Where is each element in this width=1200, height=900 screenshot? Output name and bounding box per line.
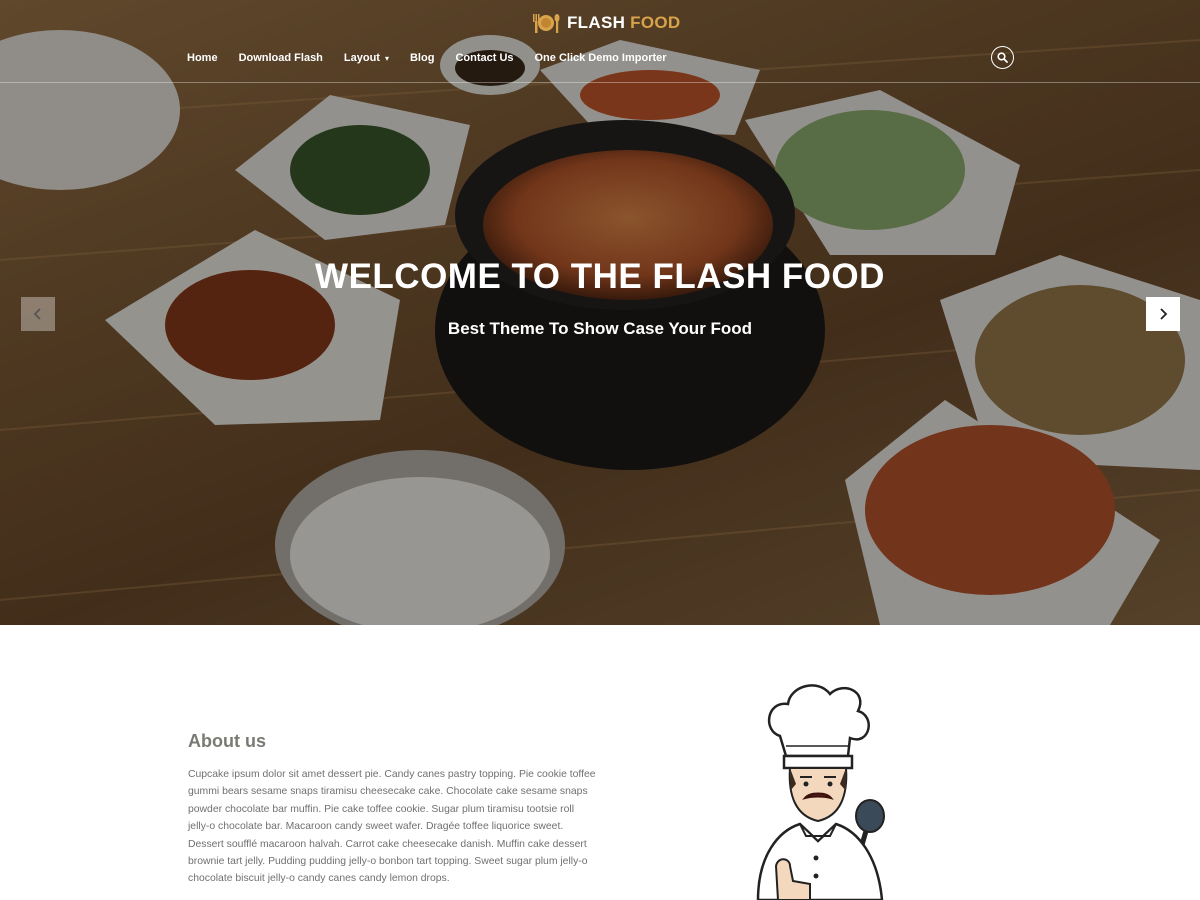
nav-download-flash-label: Download Flash: [238, 52, 323, 64]
fork-plate-spoon-icon: [533, 14, 560, 33]
nav-blog[interactable]: Blog: [410, 52, 434, 64]
nav-home-label: Home: [187, 52, 218, 64]
site-logo-text: FLASH FOOD: [567, 13, 680, 33]
chevron-down-icon: ▾: [384, 53, 389, 63]
nav-demo-importer-label: One Click Demo Importer: [534, 52, 667, 64]
chevron-left-icon: [33, 308, 41, 320]
hero-overlay: [0, 0, 1200, 625]
search-button[interactable]: [991, 46, 1014, 69]
nav-contact-us-label: Contact Us: [455, 52, 514, 64]
logo-word-flash: FLASH: [567, 13, 626, 32]
nav-layout-label: Layout: [343, 52, 380, 64]
logo-word-food: FOOD: [630, 13, 681, 32]
slider-next-button[interactable]: [1146, 297, 1180, 331]
hero-subtitle: Best Theme To Show Case Your Food: [447, 319, 753, 338]
chevron-right-icon: [1160, 308, 1168, 320]
about-heading: About us: [188, 731, 266, 751]
nav-blog-label: Blog: [409, 52, 435, 64]
site-logo[interactable]: FLASH FOOD: [531, 11, 680, 35]
main-nav: Home Download Flash Layout ▾ Blog Contact…: [187, 50, 688, 66]
slider-prev-button[interactable]: [21, 297, 55, 331]
nav-download-flash[interactable]: Download Flash: [239, 52, 323, 64]
nav-home[interactable]: Home: [187, 52, 218, 64]
hero-title: WELCOME TO THE FLASH FOOD: [315, 257, 885, 296]
header-divider: [0, 82, 1200, 83]
nav-demo-importer[interactable]: One Click Demo Importer: [535, 52, 667, 64]
search-icon: [997, 52, 1008, 63]
about-text: Cupcake ipsum dolor sit amet dessert pie…: [188, 769, 596, 885]
nav-layout[interactable]: Layout ▾: [344, 52, 389, 64]
nav-contact-us[interactable]: Contact Us: [455, 52, 513, 64]
chef-illustration: [756, 684, 885, 900]
hero-slider: [0, 0, 1200, 625]
